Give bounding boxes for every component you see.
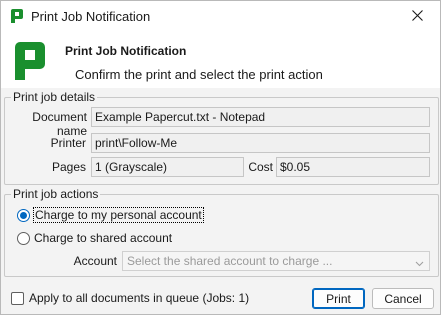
charge-shared-label: Charge to shared account: [34, 231, 173, 245]
apply-all-checkbox[interactable]: Apply to all documents in queue (Jobs: 1…: [11, 291, 249, 305]
shared-account-placeholder: Select the shared account to charge ...: [127, 254, 333, 268]
dialog-header: Print Job Notification Confirm the print…: [1, 32, 440, 88]
printer-label: Printer: [50, 136, 86, 150]
title-bar: Print Job Notification: [1, 1, 440, 32]
pages-label: Pages: [51, 160, 86, 174]
document-name-label: Document name: [32, 110, 87, 138]
actions-legend: Print job actions: [11, 187, 101, 201]
header-title: Print Job Notification: [65, 44, 187, 58]
print-button-label: Print: [326, 291, 351, 306]
pages-field: 1 (Grayscale): [91, 157, 244, 177]
papercut-logo-icon: [15, 42, 45, 80]
cancel-button[interactable]: Cancel: [372, 288, 434, 309]
window-title: Print Job Notification: [31, 9, 151, 24]
cancel-button-label: Cancel: [384, 291, 422, 306]
account-label: Account: [73, 254, 117, 268]
charge-personal-label: Charge to my personal account: [33, 207, 204, 223]
close-button[interactable]: [394, 1, 440, 32]
print-job-details-group: Print job details Document name Example …: [4, 90, 439, 185]
checkbox-box: [11, 291, 24, 305]
radio-selected-icon: [17, 208, 30, 222]
close-icon: [411, 9, 423, 24]
print-job-actions-group: Print job actions Charge to my personal …: [4, 187, 439, 277]
charge-personal-radio[interactable]: Charge to my personal account: [17, 207, 204, 223]
cost-field: $0.05: [276, 157, 430, 177]
printer-field: print\Follow-Me: [91, 133, 430, 153]
print-button[interactable]: Print: [312, 288, 365, 309]
details-legend: Print job details: [11, 90, 98, 104]
apply-all-label: Apply to all documents in queue (Jobs: 1…: [29, 291, 250, 305]
header-subtitle: Confirm the print and select the print a…: [75, 67, 323, 82]
cost-label: Cost: [248, 160, 273, 174]
chevron-down-icon: [415, 257, 424, 267]
radio-unselected-icon: [17, 231, 30, 245]
shared-account-select[interactable]: Select the shared account to charge ...: [122, 251, 430, 271]
papercut-logo-icon: [10, 9, 24, 23]
charge-shared-radio[interactable]: Charge to shared account: [17, 231, 172, 245]
document-name-field: Example Papercut.txt - Notepad: [91, 107, 430, 127]
print-job-dialog: Print Job Notification Print Job Notific…: [0, 0, 441, 315]
